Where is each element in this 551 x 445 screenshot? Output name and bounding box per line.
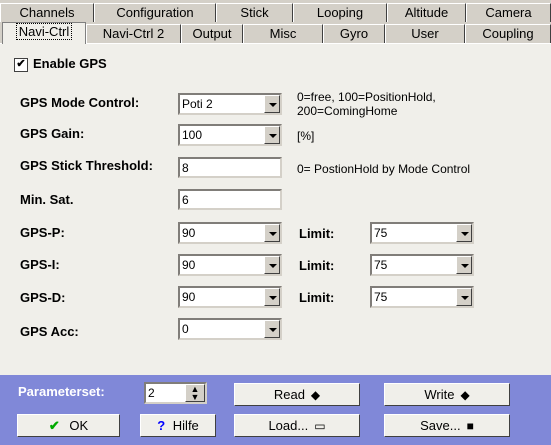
tab-label: Coupling xyxy=(482,26,534,41)
tab-configuration[interactable]: Configuration xyxy=(94,3,216,22)
tab-output[interactable]: Output xyxy=(181,24,243,43)
chevron-down-icon[interactable] xyxy=(456,256,472,274)
tab-label: Output xyxy=(192,26,232,41)
ok-button[interactable]: ✔ OK xyxy=(17,414,120,437)
chevron-down-icon[interactable] xyxy=(264,320,280,338)
gps-d-value: 90 xyxy=(182,290,196,304)
gps-mode-value: Poti 2 xyxy=(182,97,213,111)
hilfe-label: Hilfe xyxy=(172,418,199,433)
tab-gyro[interactable]: Gyro xyxy=(323,24,385,43)
gps-mode-note-2: 200=ComingHome xyxy=(297,104,398,118)
gps-i-limit-value: 75 xyxy=(374,258,388,272)
chevron-down-icon[interactable] xyxy=(264,224,280,242)
tab-altitude[interactable]: Altitude xyxy=(387,3,466,22)
help-icon: ? xyxy=(157,418,166,433)
gps-acc-select[interactable]: 0 xyxy=(178,318,282,340)
chevron-down-icon[interactable] xyxy=(264,256,280,274)
folder-open-icon: ▭ xyxy=(314,419,326,433)
gps-p-limit-label: Limit: xyxy=(299,226,335,241)
gps-p-limit-select[interactable]: 75 xyxy=(370,222,474,244)
tab-label: User xyxy=(411,26,439,41)
save-label: Save... xyxy=(420,418,461,433)
gps-stick-threshold-label: GPS Stick Threshold: xyxy=(20,158,153,173)
gps-mode-label: GPS Mode Control: xyxy=(20,95,140,110)
check-icon: ✔ xyxy=(48,418,60,433)
tab-coupling[interactable]: Coupling xyxy=(465,24,551,43)
tab-bar: Channels Configuration Stick Looping Alt… xyxy=(0,0,551,44)
tab-navi-ctrl-2[interactable]: Navi-Ctrl 2 xyxy=(86,24,181,43)
gps-i-label: GPS-I: xyxy=(20,257,60,272)
tab-label: Configuration xyxy=(116,5,194,20)
enable-gps-label: Enable GPS xyxy=(33,56,107,71)
min-sat-input[interactable]: 6 xyxy=(178,189,282,210)
parameterset-spinner[interactable]: 2 ▲ ▼ xyxy=(144,382,207,404)
gps-p-select[interactable]: 90 xyxy=(178,222,282,244)
min-sat-value: 6 xyxy=(182,193,189,207)
write-icon: ◆ xyxy=(460,388,470,402)
ok-label: OK xyxy=(69,418,89,433)
hilfe-button[interactable]: ? Hilfe xyxy=(140,414,216,437)
tab-misc[interactable]: Misc xyxy=(243,24,323,43)
gps-acc-label: GPS Acc: xyxy=(20,324,79,339)
gps-mode-select[interactable]: Poti 2 xyxy=(178,93,282,115)
tab-navi-ctrl[interactable]: Navi-Ctrl xyxy=(2,22,86,44)
floppy-disk-icon: ■ xyxy=(466,419,474,433)
tab-label: Navi-Ctrl xyxy=(15,23,73,40)
gps-i-limit-select[interactable]: 75 xyxy=(370,254,474,276)
enable-gps-checkbox[interactable]: ✔ xyxy=(14,58,28,72)
write-button[interactable]: Write ◆ xyxy=(384,383,510,406)
tab-label: Channels xyxy=(19,5,75,20)
tab-user[interactable]: User xyxy=(385,24,465,43)
write-label: Write xyxy=(424,387,455,402)
gps-mode-note-1: 0=free, 100=PositionHold, xyxy=(297,90,436,104)
chevron-down-icon[interactable] xyxy=(456,288,472,306)
tab-channels[interactable]: Channels xyxy=(0,3,94,22)
gps-gain-note: [%] xyxy=(297,129,315,143)
save-button[interactable]: Save... ■ xyxy=(384,414,510,437)
gps-p-value: 90 xyxy=(182,226,196,240)
tab-label: Altitude xyxy=(404,5,449,20)
chevron-down-icon[interactable] xyxy=(264,126,280,144)
gps-d-label: GPS-D: xyxy=(20,290,66,305)
gps-d-limit-value: 75 xyxy=(374,290,388,304)
gps-stick-threshold-value: 8 xyxy=(182,161,189,175)
tab-label: Camera xyxy=(485,5,532,20)
load-button[interactable]: Load... ▭ xyxy=(234,414,360,437)
tab-camera[interactable]: Camera xyxy=(466,3,551,22)
gps-p-limit-value: 75 xyxy=(374,226,388,240)
min-sat-label: Min. Sat. xyxy=(20,192,74,207)
parameterset-label: Parameterset: xyxy=(18,384,105,399)
gps-gain-value: 100 xyxy=(182,128,203,142)
chevron-down-icon[interactable] xyxy=(456,224,472,242)
gps-p-label: GPS-P: xyxy=(20,225,65,240)
tab-label: Navi-Ctrl 2 xyxy=(102,26,165,41)
gps-d-select[interactable]: 90 xyxy=(178,286,282,308)
chevron-down-icon[interactable] xyxy=(264,288,280,306)
read-label: Read xyxy=(273,387,305,402)
gps-gain-select[interactable]: 100 xyxy=(178,124,282,146)
gps-i-select[interactable]: 90 xyxy=(178,254,282,276)
gps-d-limit-select[interactable]: 75 xyxy=(370,286,474,308)
gps-gain-label: GPS Gain: xyxy=(20,126,85,141)
tab-stick[interactable]: Stick xyxy=(216,3,293,22)
tab-label: Stick xyxy=(240,5,269,20)
parameterset-value: 2 xyxy=(148,386,155,400)
gps-d-limit-label: Limit: xyxy=(299,290,335,305)
spin-arrows-icon[interactable]: ▲ ▼ xyxy=(185,384,205,402)
load-label: Load... xyxy=(268,418,309,433)
read-icon: ◆ xyxy=(310,388,321,402)
tab-label: Misc xyxy=(269,26,297,41)
read-button[interactable]: Read ◆ xyxy=(234,383,360,406)
tab-label: Gyro xyxy=(339,26,369,41)
tab-label: Looping xyxy=(316,5,364,20)
tab-looping[interactable]: Looping xyxy=(293,3,387,22)
gps-i-limit-label: Limit: xyxy=(299,258,335,273)
chevron-down-icon[interactable] xyxy=(264,95,280,113)
gps-acc-value: 0 xyxy=(182,322,189,336)
gps-stick-threshold-note: 0= PostionHold by Mode Control xyxy=(297,162,471,176)
gps-i-value: 90 xyxy=(182,258,196,272)
gps-stick-threshold-input[interactable]: 8 xyxy=(178,157,282,178)
